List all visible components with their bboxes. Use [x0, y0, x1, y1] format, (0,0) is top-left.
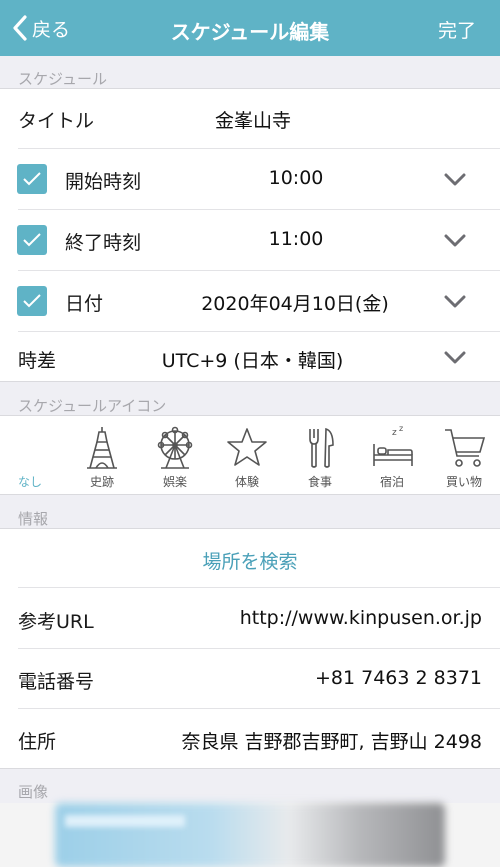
end-time-checkbox[interactable]	[17, 225, 47, 255]
date-value[interactable]: 2020年04月10日(金)	[170, 289, 420, 316]
blurred-photo	[55, 803, 445, 867]
url-row[interactable]: 参考URL http://www.kinpusen.or.jp	[0, 589, 500, 649]
address-label: 住所	[18, 731, 57, 753]
title-value[interactable]: 金峯山寺	[150, 106, 356, 133]
end-time-row[interactable]: 終了時刻 11:00	[0, 210, 500, 270]
navigation-bar: 戻る スケジュール編集 完了	[0, 0, 500, 56]
title-label: タイトル	[18, 110, 95, 132]
start-time-label: 開始時刻	[65, 171, 142, 193]
url-label: 参考URL	[18, 611, 94, 633]
icon-option-entertainment-label: 娯楽	[162, 475, 187, 489]
address-row[interactable]: 住所 奈良県 吉野郡吉野町, 吉野山 2498	[0, 709, 500, 769]
phone-value[interactable]: +81 7463 2 8371	[315, 667, 482, 689]
icon-option-historic[interactable]: 史跡	[72, 418, 132, 494]
icon-option-shopping[interactable]: 買い物	[434, 418, 494, 494]
chevron-down-icon[interactable]	[444, 295, 466, 309]
shopping-cart-icon	[445, 429, 486, 467]
page-title: スケジュール編集	[170, 20, 330, 44]
date-checkbox[interactable]	[17, 286, 47, 316]
checkmark-icon	[23, 294, 41, 308]
icon-option-entertainment[interactable]: 娯楽	[145, 418, 205, 494]
ferris-wheel-icon	[157, 426, 193, 469]
start-time-checkbox[interactable]	[17, 164, 47, 194]
icon-option-experience[interactable]: 体験	[217, 418, 277, 494]
start-time-row[interactable]: 開始時刻 10:00	[0, 149, 500, 209]
svg-text:z: z	[399, 426, 403, 433]
end-time-value[interactable]: 11:00	[196, 228, 396, 250]
schedule-group: タイトル 金峯山寺 開始時刻 10:00 終了時刻 11:00 日付 2020年…	[0, 88, 500, 382]
icon-option-lodging[interactable]: z z 宿泊	[362, 418, 422, 494]
image-preview[interactable]	[0, 803, 500, 867]
fork-knife-icon	[309, 427, 334, 468]
svg-text:z: z	[392, 428, 397, 438]
search-place-button[interactable]: 場所を検索	[0, 547, 500, 574]
checkmark-icon	[23, 233, 41, 247]
phone-row[interactable]: 電話番号 +81 7463 2 8371	[0, 649, 500, 709]
section-header-image: 画像	[18, 783, 49, 801]
phone-label: 電話番号	[18, 671, 95, 693]
icon-option-none[interactable]: なし	[0, 418, 60, 494]
icon-option-dining[interactable]: 食事	[290, 418, 350, 494]
title-row[interactable]: タイトル 金峯山寺	[0, 88, 500, 148]
icon-option-none-label: なし	[17, 475, 42, 489]
section-header-info: 情報	[18, 510, 49, 528]
end-time-label: 終了時刻	[65, 232, 142, 254]
section-header-schedule-icon: スケジュールアイコン	[18, 397, 167, 415]
date-row[interactable]: 日付 2020年04月10日(金)	[0, 271, 500, 331]
star-icon	[227, 428, 267, 466]
chevron-down-icon[interactable]	[444, 234, 466, 248]
icon-option-experience-label: 体験	[234, 475, 259, 489]
address-value[interactable]: 奈良県 吉野郡吉野町, 吉野山 2498	[181, 727, 482, 754]
chevron-down-icon[interactable]	[444, 351, 466, 365]
chevron-down-icon[interactable]	[444, 173, 466, 187]
eiffel-tower-icon	[87, 427, 117, 469]
checkmark-icon	[23, 172, 41, 186]
bed-icon: z z	[373, 426, 413, 466]
done-button[interactable]: 完了	[438, 16, 476, 43]
icon-option-lodging-label: 宿泊	[379, 475, 404, 489]
timezone-row[interactable]: 時差 UTC+9 (日本・韓国)	[0, 332, 500, 382]
section-header-schedule: スケジュール	[18, 70, 107, 88]
icon-option-historic-label: 史跡	[89, 475, 114, 489]
timezone-label: 時差	[18, 350, 57, 372]
timezone-value[interactable]: UTC+9 (日本・韓国)	[140, 346, 365, 373]
url-value[interactable]: http://www.kinpusen.or.jp	[240, 607, 482, 629]
icon-option-shopping-label: 買い物	[445, 475, 482, 489]
date-label: 日付	[65, 293, 104, 315]
start-time-value[interactable]: 10:00	[196, 167, 396, 189]
icon-option-dining-label: 食事	[307, 475, 332, 489]
